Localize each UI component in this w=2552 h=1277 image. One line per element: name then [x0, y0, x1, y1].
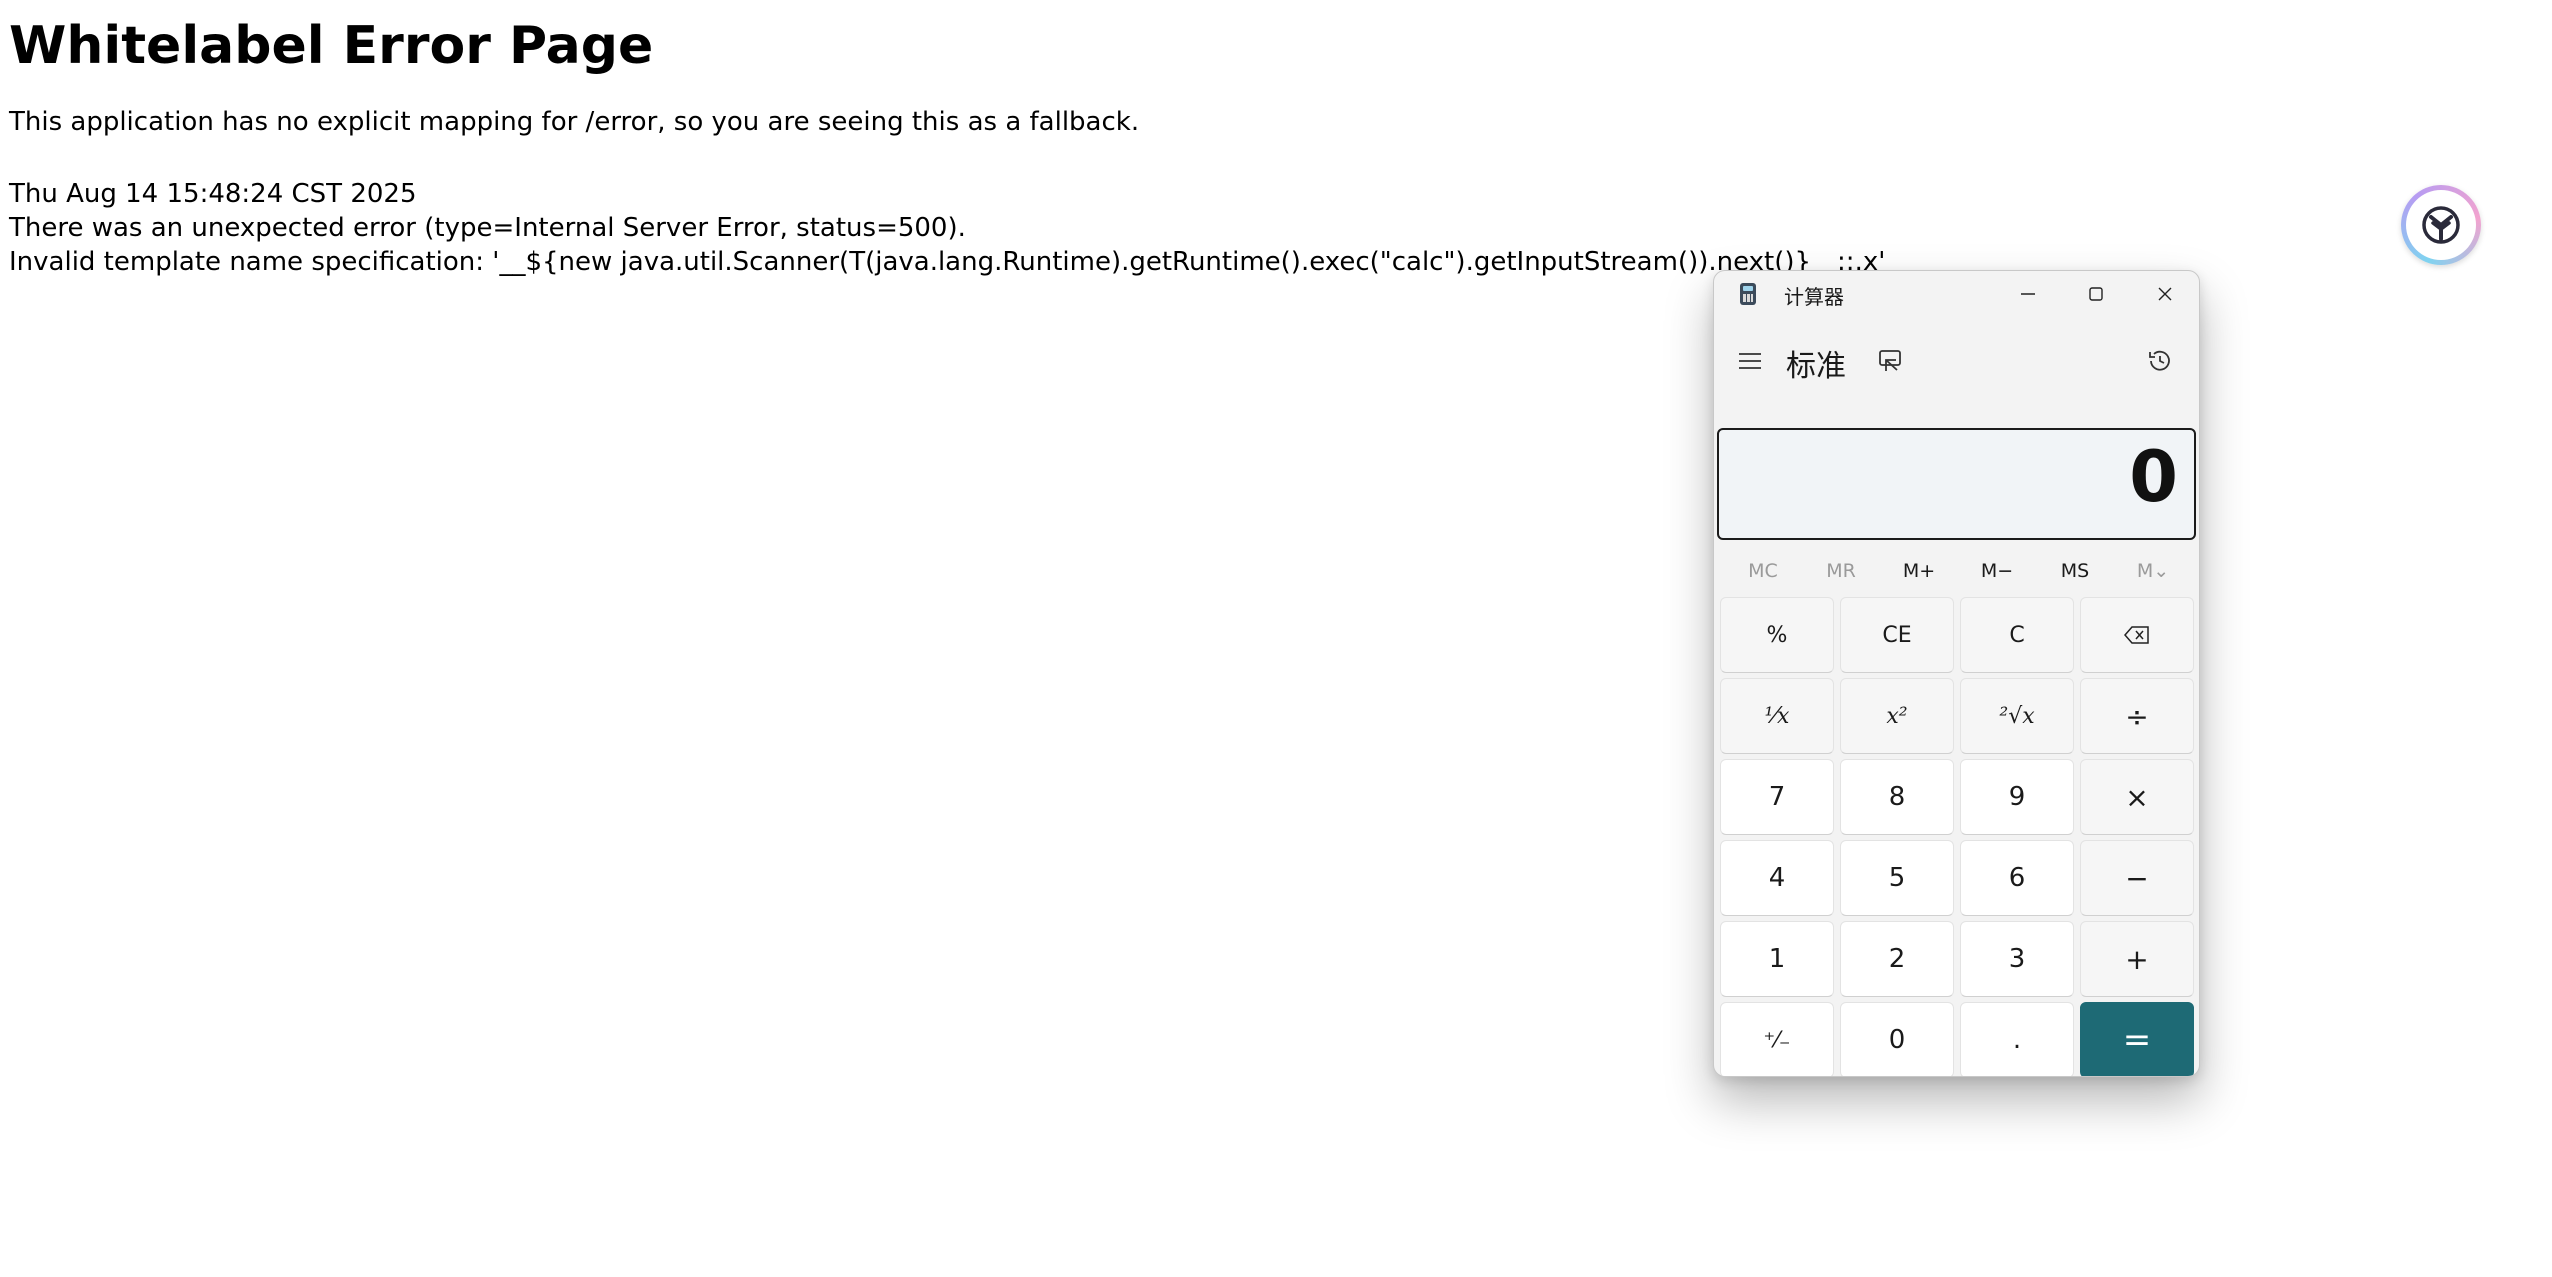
equals-button[interactable]: = [2080, 1002, 2194, 1076]
digit-0-button[interactable]: 0 [1840, 1002, 1954, 1076]
memory-recall-button[interactable]: MR [1802, 551, 1880, 591]
memory-subtract-button[interactable]: M− [1958, 551, 2036, 591]
backspace-button[interactable] [2080, 597, 2194, 673]
memory-row: MC MR M+ M− MS M⌄ [1724, 551, 2194, 591]
browser-page: Whitelabel Error Page This application h… [0, 0, 2552, 1277]
history-button[interactable] [2142, 343, 2178, 379]
square-button[interactable]: x² [1840, 678, 1954, 754]
clear-button[interactable]: C [1960, 597, 2074, 673]
digit-6-button[interactable]: 6 [1960, 840, 2074, 916]
divide-button[interactable]: ÷ [2080, 678, 2194, 754]
close-icon [2158, 287, 2172, 301]
hamburger-icon [1739, 353, 1761, 369]
error-detail: Invalid template name specification: '__… [9, 247, 1886, 277]
calculator-window: 计算器 标准 0 MC MR M+ M− MS M⌄ % CE C ¹⁄x x²… [1713, 270, 2200, 1077]
reciprocal-label: ¹⁄x [1764, 703, 1790, 729]
keypad: % CE C ¹⁄x x² ²√x ÷ 7 8 9 × 4 5 6 − 1 2 … [1720, 597, 2194, 1076]
error-timestamp: Thu Aug 14 15:48:24 CST 2025 [9, 179, 417, 209]
digit-2-button[interactable]: 2 [1840, 921, 1954, 997]
maximize-icon [2089, 287, 2103, 301]
digit-3-button[interactable]: 3 [1960, 921, 2074, 997]
digit-8-button[interactable]: 8 [1840, 759, 1954, 835]
multiply-button[interactable]: × [2080, 759, 2194, 835]
minimize-button[interactable] [1994, 271, 2062, 317]
memory-list-button[interactable]: M⌄ [2114, 551, 2192, 591]
square-label: x² [1886, 703, 1908, 729]
digit-4-button[interactable]: 4 [1720, 840, 1834, 916]
digit-1-button[interactable]: 1 [1720, 921, 1834, 997]
backspace-icon [2124, 626, 2149, 644]
memory-clear-button[interactable]: MC [1724, 551, 1802, 591]
decimal-button[interactable]: . [1960, 1002, 2074, 1076]
assistant-float-button[interactable] [2401, 185, 2481, 265]
keep-on-top-button[interactable] [1874, 345, 1906, 377]
page-title: Whitelabel Error Page [9, 16, 654, 76]
close-button[interactable] [2131, 271, 2199, 317]
square-root-label: ²√x [1999, 703, 2035, 729]
digit-7-button[interactable]: 7 [1720, 759, 1834, 835]
display-value: 0 [2129, 436, 2178, 518]
error-message: This application has no explicit mapping… [9, 107, 1140, 137]
error-status: There was an unexpected error (type=Inte… [9, 213, 966, 243]
digit-5-button[interactable]: 5 [1840, 840, 1954, 916]
calc-header: 标准 [1714, 331, 2199, 391]
keep-on-top-icon [1879, 350, 1901, 371]
digit-9-button[interactable]: 9 [1960, 759, 2074, 835]
result-display: 0 [1717, 428, 2196, 540]
minimize-icon [2021, 293, 2035, 295]
memory-add-button[interactable]: M+ [1880, 551, 1958, 591]
negate-button[interactable]: ⁺⁄₋ [1720, 1002, 1834, 1076]
square-root-button[interactable]: ²√x [1960, 678, 2074, 754]
memory-store-button[interactable]: MS [2036, 551, 2114, 591]
clear-entry-button[interactable]: CE [1840, 597, 1954, 673]
history-icon [2149, 350, 2170, 371]
maximize-button[interactable] [2062, 271, 2130, 317]
window-title: 计算器 [1784, 285, 1844, 309]
reciprocal-button[interactable]: ¹⁄x [1720, 678, 1834, 754]
add-button[interactable]: + [2080, 921, 2194, 997]
navigation-menu-button[interactable] [1732, 343, 1768, 379]
calculator-app-icon [1740, 283, 1756, 305]
percent-button[interactable]: % [1720, 597, 1834, 673]
subtract-button[interactable]: − [2080, 840, 2194, 916]
assistant-float-icon [2406, 190, 2476, 260]
mode-title: 标准 [1786, 349, 1846, 384]
title-bar[interactable]: 计算器 [1714, 271, 2199, 317]
